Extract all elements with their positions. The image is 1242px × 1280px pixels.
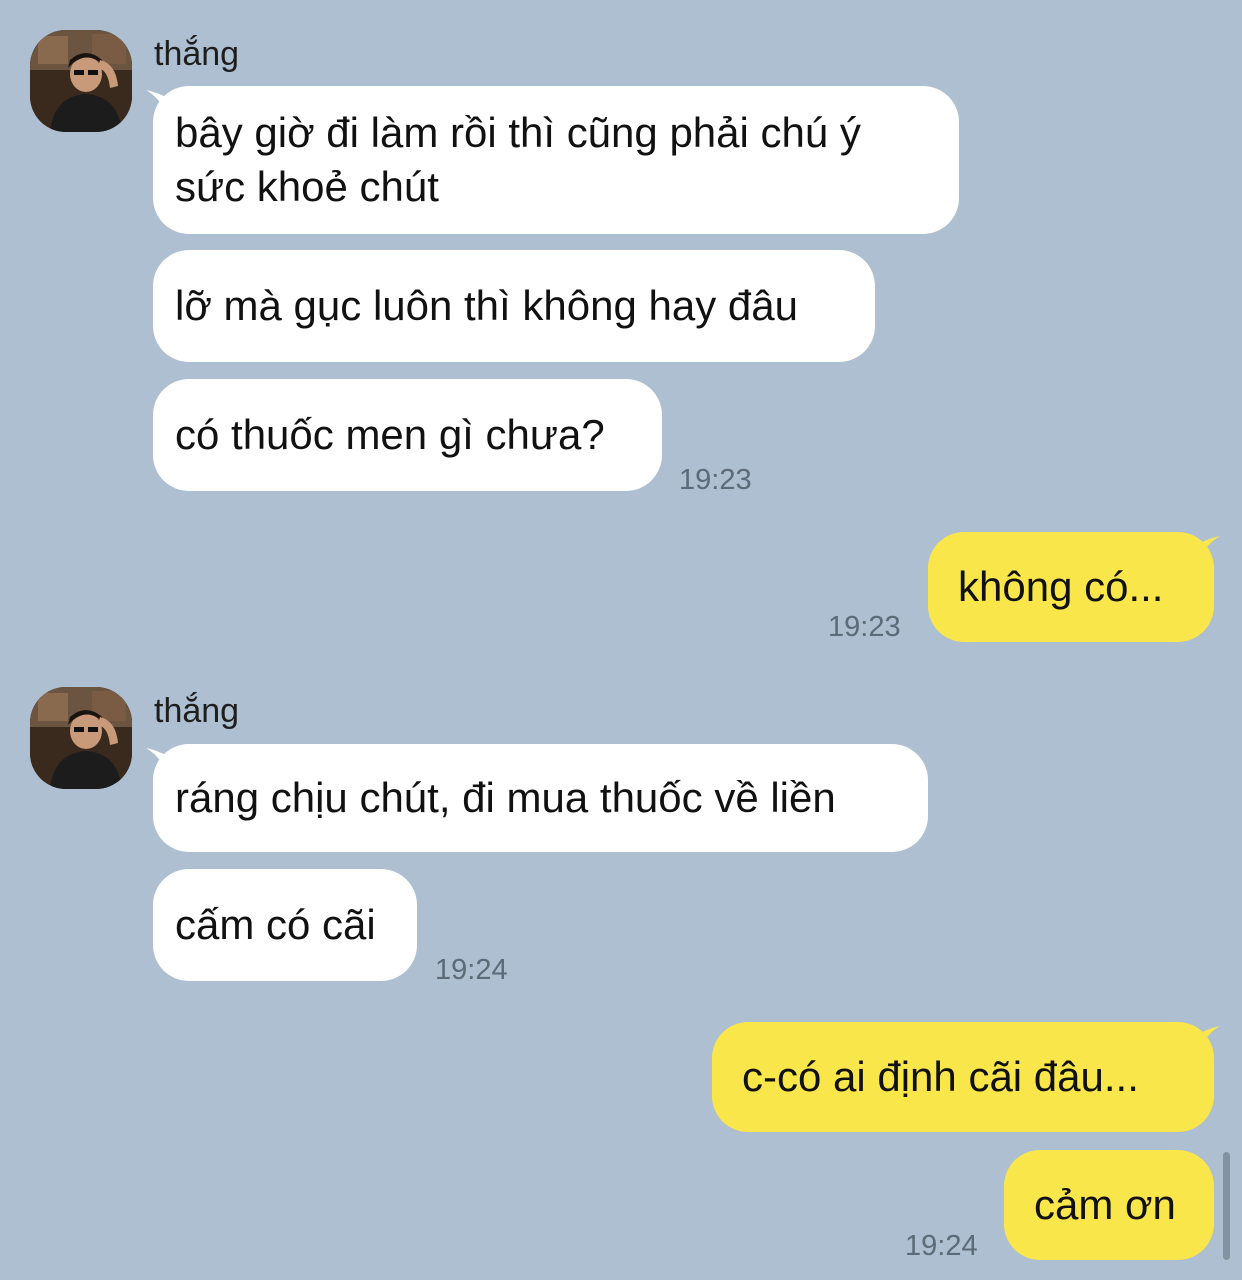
sender-avatar[interactable] xyxy=(30,687,132,789)
message-time: 19:24 xyxy=(905,1230,978,1262)
chat-area[interactable]: thắng bây giờ đi làm rồi thì cũng phải c… xyxy=(0,0,1242,1280)
message-bubble[interactable]: lỡ mà gục luôn thì không hay đâu xyxy=(153,250,875,362)
sender-avatar[interactable] xyxy=(30,30,132,132)
sender-name: thắng xyxy=(154,692,240,730)
sender-name: thắng xyxy=(154,35,240,73)
message-time: 19:23 xyxy=(828,611,901,643)
message-bubble[interactable]: c-có ai định cãi đâu... xyxy=(712,1022,1214,1132)
message-bubble[interactable]: không có... xyxy=(928,532,1214,642)
message-bubble[interactable]: có thuốc men gì chưa? xyxy=(153,379,662,491)
message-time: 19:23 xyxy=(679,464,752,496)
scrollbar[interactable] xyxy=(1223,1152,1230,1260)
message-bubble[interactable]: ráng chịu chút, đi mua thuốc về liền xyxy=(153,744,928,852)
message-time: 19:24 xyxy=(435,954,508,986)
message-bubble[interactable]: bây giờ đi làm rồi thì cũng phải chú ý s… xyxy=(153,86,959,234)
message-bubble[interactable]: cấm có cãi xyxy=(153,869,417,981)
message-bubble[interactable]: cảm ơn xyxy=(1004,1150,1214,1260)
